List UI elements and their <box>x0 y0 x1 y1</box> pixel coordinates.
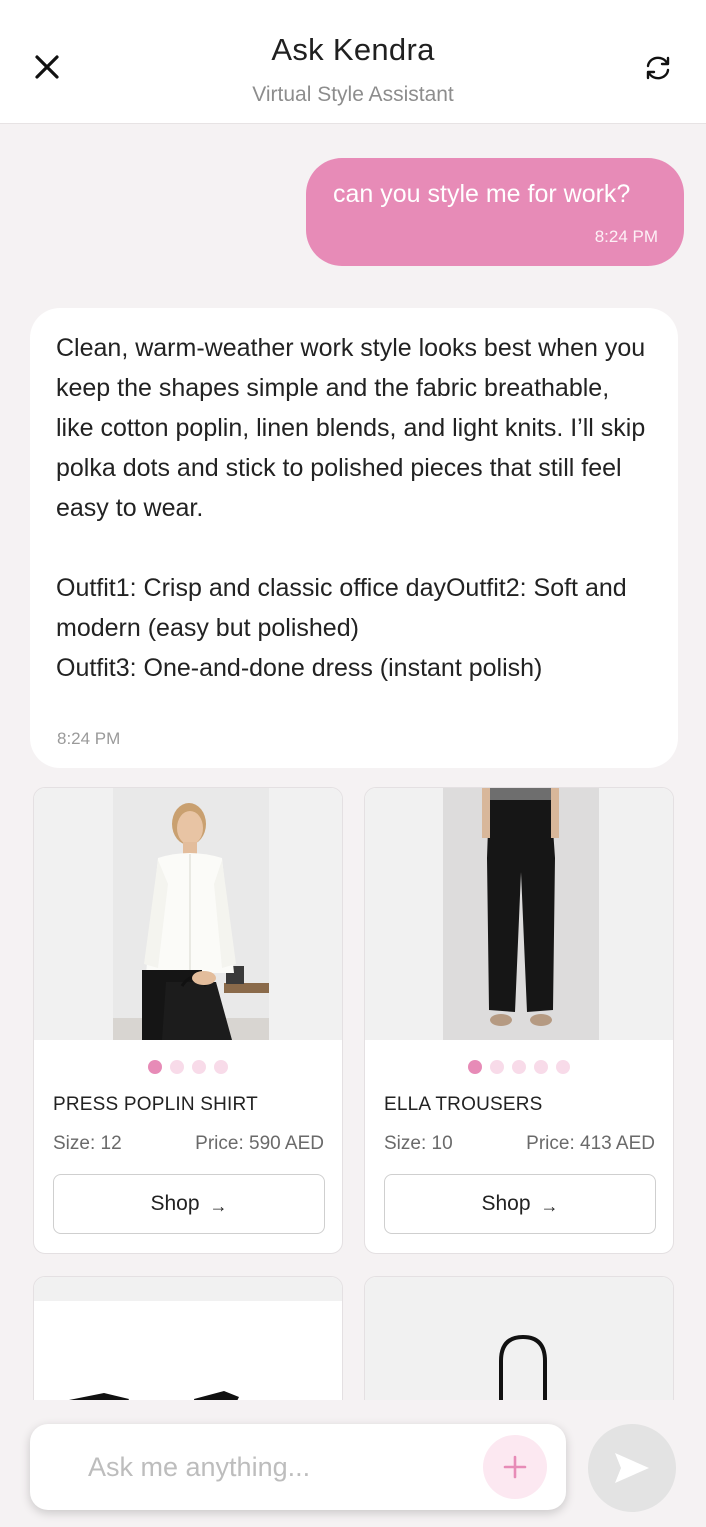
shop-button[interactable]: Shop → <box>53 1174 325 1234</box>
message-input[interactable] <box>88 1444 468 1490</box>
user-message-time: 8:24 PM <box>594 227 658 246</box>
message-composer <box>30 1424 566 1510</box>
product-price: Price: 590 AED <box>195 1133 324 1154</box>
send-button[interactable] <box>588 1424 676 1512</box>
refresh-icon <box>646 56 670 80</box>
product-size: Size: 12 <box>53 1133 122 1154</box>
product-size: Size: 10 <box>384 1133 453 1154</box>
outfit-line-1: Outfit1: Crisp and classic office dayOut… <box>56 574 627 642</box>
product-name: ELLA TROUSERS <box>384 1094 543 1115</box>
image-carousel-dots[interactable] <box>365 1060 673 1074</box>
page-title: Ask Kendra <box>271 32 435 67</box>
carousel-dot[interactable] <box>556 1060 570 1074</box>
user-message-bubble: can you style me for work? 8:24 PM <box>306 158 684 266</box>
assistant-message-time: 8:24 PM <box>57 729 121 748</box>
assistant-outfits-list: Outfit1: Crisp and classic office dayOut… <box>56 568 652 688</box>
product-price: Price: 413 AED <box>526 1133 655 1154</box>
product-card[interactable]: PRESS POPLIN SHIRT Size: 12 Price: 590 A… <box>33 787 343 1254</box>
app-header: Ask Kendra Virtual Style Assistant <box>0 0 706 124</box>
carousel-dot[interactable] <box>490 1060 504 1074</box>
carousel-dot[interactable] <box>512 1060 526 1074</box>
shop-button-label: Shop <box>150 1192 200 1215</box>
product-image[interactable] <box>365 788 673 1040</box>
plus-icon <box>503 1455 527 1479</box>
arrow-right-icon: → <box>209 1195 228 1216</box>
shop-button[interactable]: Shop → <box>384 1174 656 1234</box>
carousel-dot[interactable] <box>148 1060 162 1074</box>
send-icon <box>615 1453 649 1483</box>
add-attachment-button[interactable] <box>483 1435 547 1499</box>
product-card[interactable]: ELLA TROUSERS Size: 10 Price: 413 AED Sh… <box>364 787 674 1254</box>
carousel-dot[interactable] <box>170 1060 184 1074</box>
page-subtitle: Virtual Style Assistant <box>252 83 454 106</box>
assistant-message-paragraph: Clean, warm-weather work style looks bes… <box>56 334 646 522</box>
refresh-button[interactable] <box>636 46 680 90</box>
image-carousel-dots[interactable] <box>34 1060 342 1074</box>
product-name: PRESS POPLIN SHIRT <box>53 1094 258 1115</box>
shop-button-label: Shop <box>481 1192 531 1215</box>
carousel-dot[interactable] <box>214 1060 228 1074</box>
assistant-message-bubble: Clean, warm-weather work style looks bes… <box>30 308 678 768</box>
product-image[interactable] <box>34 788 342 1040</box>
outfit-line-2: Outfit3: One-and-done dress (instant pol… <box>56 654 543 682</box>
carousel-dot[interactable] <box>468 1060 482 1074</box>
carousel-dot[interactable] <box>534 1060 548 1074</box>
arrow-right-icon: → <box>540 1195 559 1216</box>
carousel-dot[interactable] <box>192 1060 206 1074</box>
user-message-text: can you style me for work? <box>333 180 631 208</box>
